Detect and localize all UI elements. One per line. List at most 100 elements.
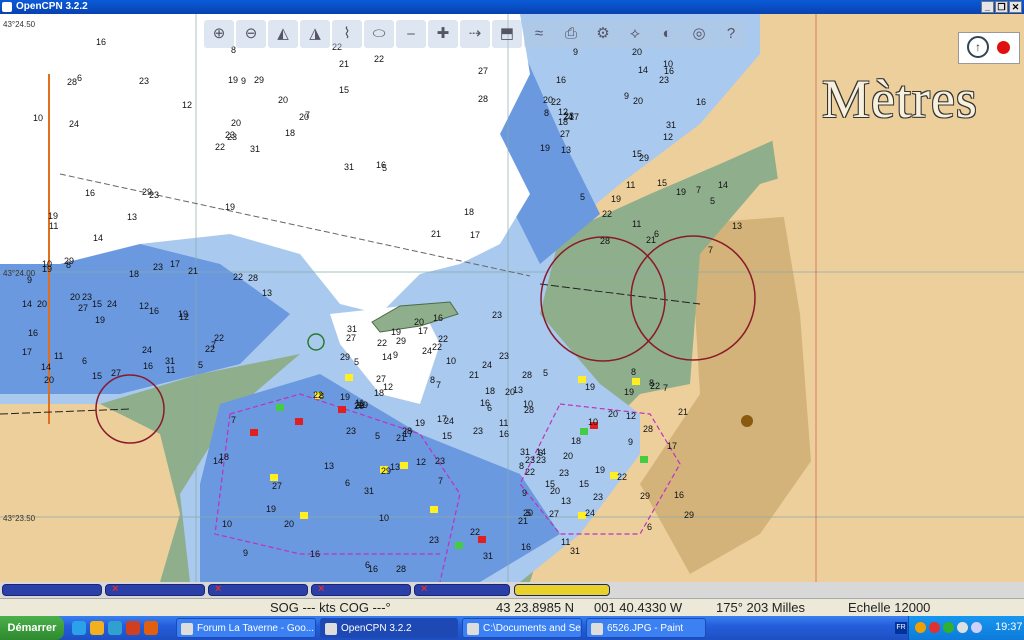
depth-sounding: 18 — [571, 436, 581, 446]
depth-sounding: 27 — [272, 481, 282, 491]
anchor-watch-icon[interactable]: ◎ — [684, 20, 714, 48]
help-icon[interactable]: ? — [716, 20, 746, 48]
depth-sounding: 19 — [225, 202, 235, 212]
ie-quicklaunch-icon[interactable] — [72, 621, 86, 635]
depth-sounding: 24 — [69, 119, 79, 129]
taskbar-item[interactable]: OpenCPN 3.2.2 — [320, 618, 458, 638]
messenger-quicklaunch-icon[interactable] — [108, 621, 122, 635]
nautical-chart-canvas[interactable]: 43°24.50 43°24.00 43°23.50 31 28 23 19 20 23 2… — [0, 14, 1024, 582]
depth-sounding: 23 — [435, 456, 445, 466]
print-icon[interactable]: ⎙ — [556, 20, 586, 48]
start-button[interactable]: Démarrer — [0, 616, 64, 640]
paint-task-icon — [591, 623, 603, 635]
depth-sounding: 31 — [250, 144, 260, 154]
depth-sounding: 17 — [22, 347, 32, 357]
cursor-latitude: 43 23.8985 N — [496, 600, 575, 615]
tray-icon[interactable] — [929, 622, 940, 633]
scale-out-icon[interactable]: ◮ — [300, 20, 330, 48]
depth-sounding: 15 — [442, 431, 452, 441]
zoom-out-icon[interactable]: ⊖ — [236, 20, 266, 48]
tray-icon[interactable] — [957, 622, 968, 633]
folder-task-icon — [467, 623, 479, 635]
minimize-button[interactable]: _ — [981, 1, 994, 13]
chart-quilt-x-icon: × — [318, 583, 325, 595]
depth-sounding: 22 — [602, 209, 612, 219]
depth-sounding: 7 — [438, 476, 443, 486]
depth-sounding: 29 — [640, 491, 650, 501]
chart-quilt-button[interactable] — [514, 584, 610, 596]
depth-sounding: 5 — [710, 196, 715, 206]
depth-sounding: 19 — [540, 143, 550, 153]
depth-sounding: 16 — [556, 75, 566, 85]
maximize-button[interactable]: ❐ — [995, 1, 1008, 13]
depth-sounding: 20 — [633, 96, 643, 106]
taskbar-item[interactable]: Forum La Taverne - Goo... — [176, 618, 316, 638]
taskbar-item[interactable]: 6526.JPG - Paint — [586, 618, 706, 638]
chart-quilt-button[interactable] — [2, 584, 102, 596]
chart-quilt-button[interactable]: × — [208, 583, 308, 596]
depth-sounding: 21 — [339, 59, 349, 69]
measure-icon[interactable]: ⎯ — [396, 20, 426, 48]
chrome-quicklaunch-icon[interactable] — [90, 621, 104, 635]
depth-sounding: 29 — [142, 187, 152, 197]
depth-sounding: 31 — [483, 551, 493, 561]
tray-icon[interactable] — [943, 622, 954, 633]
depth-sounding: 19 — [48, 211, 58, 221]
chart-quilt-bar: × × × × — [0, 582, 1024, 598]
chart-quilt-button[interactable]: × — [311, 583, 411, 596]
depth-sounding: 10 — [33, 113, 43, 123]
route-icon[interactable]: ⌇ — [332, 20, 362, 48]
depth-sounding: 12 — [626, 411, 636, 421]
depth-sounding: 8 — [544, 108, 549, 118]
taskbar-item[interactable]: C:\Documents and Settin... — [462, 618, 582, 638]
tide-icon[interactable]: ⬭ — [364, 20, 394, 48]
depth-sounding: 28 — [478, 94, 488, 104]
depth-sounding: 28 — [248, 273, 258, 283]
ais-icon[interactable]: ⬒ — [492, 20, 522, 48]
firefox-quicklaunch-icon[interactable] — [144, 621, 158, 635]
depth-sounding: 21 — [646, 235, 656, 245]
depth-sounding: 8 — [430, 375, 435, 385]
depth-sounding: 5 — [375, 431, 380, 441]
colorscheme-icon[interactable]: ◐ — [652, 20, 682, 48]
window-titlebar[interactable]: OpenCPN 3.2.2 _ ❐ ✕ — [0, 0, 1024, 14]
depth-sounding: 19 — [391, 327, 401, 337]
zoom-in-icon[interactable]: ⊕ — [204, 20, 234, 48]
waypoint-icon[interactable]: ✚ — [428, 20, 458, 48]
depth-sounding: 24 — [107, 299, 117, 309]
depth-sounding: 14 — [22, 299, 32, 309]
chart-quilt-button[interactable]: × — [105, 583, 205, 596]
mail-quicklaunch-icon[interactable] — [126, 621, 140, 635]
depth-sounding: 29 — [396, 336, 406, 346]
depth-sounding: 11 — [632, 219, 641, 229]
depth-sounding: 12 — [179, 312, 189, 322]
route-manager-icon[interactable]: ⟡ — [620, 20, 650, 48]
depth-sounding: 16 — [143, 361, 153, 371]
current-icon[interactable]: ≈ — [524, 20, 554, 48]
clock[interactable]: 19:37 — [995, 621, 1023, 633]
close-button[interactable]: ✕ — [1009, 1, 1022, 13]
chart-scale-readout: Echelle 12000 — [848, 600, 931, 615]
tray-icon[interactable] — [915, 622, 926, 633]
settings-icon[interactable]: ⚙ — [588, 20, 618, 48]
volume-icon[interactable] — [971, 622, 982, 633]
depth-sounding: 21 — [188, 266, 198, 276]
depth-sounding: 16 — [96, 37, 106, 47]
depth-sounding: 22 — [377, 338, 387, 348]
compass-gps-widget[interactable]: ↑ — [958, 32, 1020, 64]
track-icon[interactable]: ⇢ — [460, 20, 490, 48]
depth-sounding: 6 — [77, 73, 82, 83]
language-indicator[interactable]: FR — [895, 622, 907, 634]
window-title: OpenCPN 3.2.2 — [16, 1, 88, 12]
latitude-label: 43°24.50 — [3, 20, 36, 29]
depth-sounding: 19 — [228, 75, 238, 85]
depth-sounding: 11 — [499, 418, 508, 428]
compass-icon[interactable]: ↑ — [967, 36, 989, 58]
scale-in-icon[interactable]: ◭ — [268, 20, 298, 48]
system-tray: FR 19:37 — [895, 616, 1024, 640]
depth-sounding: 16 — [521, 542, 531, 552]
depth-sounding: 15 — [92, 371, 102, 381]
depth-sounding: 19 — [266, 504, 276, 514]
depth-sounding: 11 — [626, 180, 635, 190]
chart-quilt-button[interactable]: × — [414, 583, 510, 596]
